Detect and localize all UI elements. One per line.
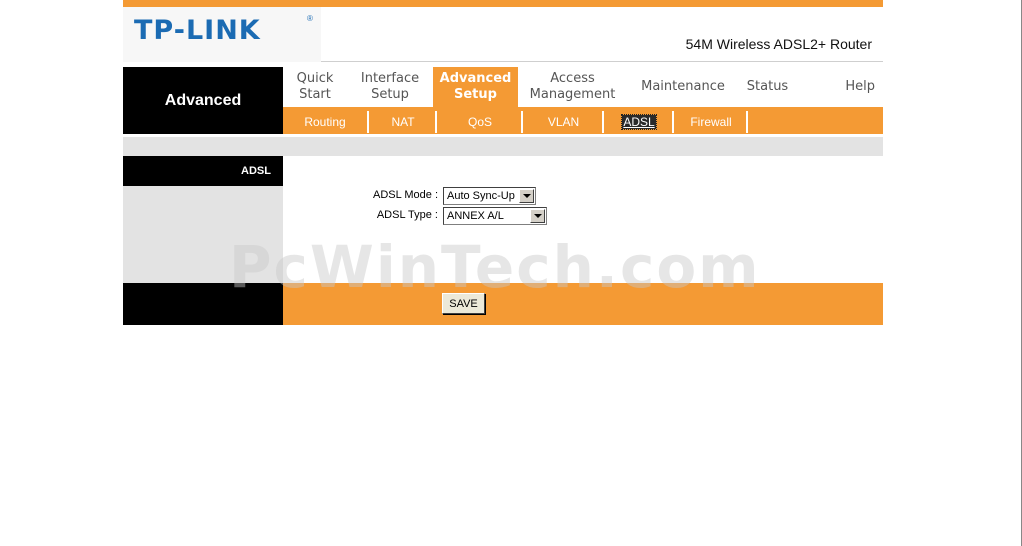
product-name: 54M Wireless ADSL2+ Router — [685, 36, 872, 52]
save-button[interactable]: SAVE — [442, 293, 485, 314]
tab-interface-setup[interactable]: Interface Setup — [347, 67, 433, 107]
tab-label: Setup — [371, 87, 409, 102]
tab-label: Start — [299, 87, 331, 102]
adsl-mode-value: Auto Sync-Up — [447, 190, 515, 202]
tab-access-management[interactable]: Access Management — [518, 67, 627, 107]
adsl-type-row: ADSL Type : ANNEX A/L — [283, 207, 883, 225]
adsl-form: ADSL Mode : Auto Sync-Up ADSL Type : ANN… — [283, 156, 883, 283]
subtab-label: NAT — [391, 115, 415, 129]
tab-label: Quick — [296, 71, 334, 86]
spacer-band — [123, 137, 883, 156]
header: TP-LINK ® 54M Wireless ADSL2+ Router — [123, 7, 883, 62]
footer-left — [123, 283, 283, 325]
logo-text: TP-LINK — [134, 15, 261, 46]
tab-label: Advanced — [439, 71, 512, 86]
tabs-row: Quick Start Interface Setup Advanced Setup … — [283, 67, 883, 107]
tab-label: Interface — [360, 71, 420, 86]
adsl-type-value: ANNEX A/L — [447, 210, 504, 222]
subtab-vlan[interactable]: VLAN — [525, 111, 604, 133]
tab-label: Maintenance — [641, 79, 725, 94]
subtab-firewall[interactable]: Firewall — [676, 111, 748, 133]
subtab-qos[interactable]: QoS — [439, 111, 523, 133]
tab-help[interactable]: Help — [796, 67, 883, 107]
router-page: TP-LINK ® 54M Wireless ADSL2+ Router Adv… — [123, 0, 883, 325]
adsl-mode-row: ADSL Mode : Auto Sync-Up — [283, 187, 883, 205]
tab-status[interactable]: Status — [739, 67, 796, 107]
tab-label: Access — [550, 71, 595, 86]
chevron-down-icon[interactable] — [519, 189, 534, 203]
tab-maintenance[interactable]: Maintenance — [627, 67, 739, 107]
adsl-mode-label: ADSL Mode : — [372, 189, 438, 201]
footer-actions: SAVE — [283, 283, 883, 325]
subtab-label: QoS — [467, 115, 492, 129]
subtab-label: Routing — [304, 115, 346, 129]
top-accent-bar — [123, 0, 883, 7]
registered-mark: ® — [307, 14, 313, 23]
subtab-adsl[interactable]: ADSL — [606, 111, 674, 133]
tab-label: Setup — [454, 87, 497, 102]
left-panel: ADSL — [123, 156, 283, 283]
tab-label: Status — [746, 79, 789, 94]
subtab-nat[interactable]: NAT — [371, 111, 437, 133]
subtabs-row: Routing NAT QoS VLAN ADSL Firewall — [283, 107, 883, 134]
nav-menu: Quick Start Interface Setup Advanced Setup … — [283, 67, 883, 134]
panel-title: ADSL — [123, 156, 283, 186]
section-title: Advanced — [123, 67, 283, 134]
main-navigation: Advanced Quick Start Interface Setup Advan… — [123, 67, 883, 134]
tab-label: Help — [845, 79, 875, 94]
subtab-label: ADSL — [621, 114, 657, 130]
subtab-label: VLAN — [547, 115, 580, 129]
tab-advanced-setup[interactable]: Advanced Setup — [433, 67, 518, 107]
brand-logo: TP-LINK ® — [123, 7, 321, 62]
subtab-routing[interactable]: Routing — [283, 111, 369, 133]
tab-quick-start[interactable]: Quick Start — [283, 67, 347, 107]
tab-label: Management — [529, 87, 616, 102]
adsl-type-select[interactable]: ANNEX A/L — [443, 207, 547, 225]
chevron-down-icon[interactable] — [530, 209, 545, 223]
adsl-type-label: ADSL Type : — [376, 209, 438, 221]
subtab-label: Firewall — [690, 115, 732, 129]
adsl-mode-select[interactable]: Auto Sync-Up — [443, 187, 536, 205]
